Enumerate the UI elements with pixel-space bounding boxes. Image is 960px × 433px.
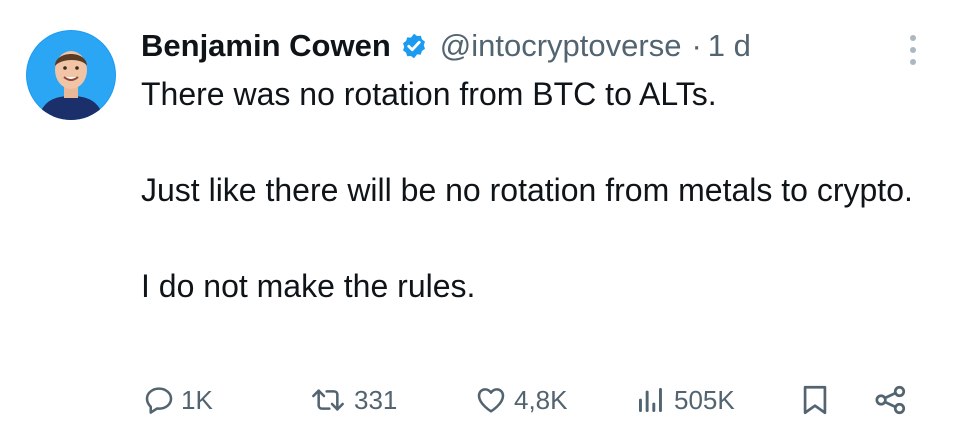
author-handle[interactable]: @intocryptoverse: [440, 28, 682, 64]
tweet-timestamp[interactable]: 1 d: [708, 28, 751, 64]
verified-badge-icon: [400, 32, 428, 60]
bookmark-button[interactable]: [798, 380, 832, 420]
heart-icon: [474, 384, 508, 416]
more-vertical-icon[interactable]: [903, 33, 923, 67]
repost-count: 331: [354, 384, 398, 415]
views-button[interactable]: 505K: [634, 380, 735, 420]
views-bar-icon: [634, 384, 668, 416]
author-name[interactable]: Benjamin Cowen: [141, 28, 391, 64]
tweet-line: Just like there will be no rotation from…: [141, 172, 913, 208]
like-button[interactable]: 4,8K: [474, 380, 568, 420]
tweet-header: Benjamin Cowen @intocryptoverse · 1 d: [141, 24, 751, 68]
tweet-actions: 1K 331 4,8K 505K: [0, 380, 960, 420]
share-button[interactable]: [873, 380, 909, 420]
repost-button[interactable]: 331: [308, 380, 397, 420]
reply-count: 1K: [181, 384, 213, 415]
avatar-image: [26, 30, 116, 120]
share-icon: [873, 383, 909, 417]
views-count: 505K: [674, 384, 735, 415]
reply-button[interactable]: 1K: [143, 380, 213, 420]
tweet-card[interactable]: Benjamin Cowen @intocryptoverse · 1 d Th…: [0, 0, 960, 433]
bookmark-icon: [798, 383, 832, 417]
reply-icon: [143, 384, 175, 416]
tweet-line: I do not make the rules.: [141, 268, 476, 304]
separator-dot: ·: [691, 28, 702, 63]
tweet-line: There was no rotation from BTC to ALTs.: [141, 76, 717, 112]
avatar[interactable]: [26, 30, 116, 120]
tweet-text: There was no rotation from BTC to ALTs. …: [141, 72, 941, 308]
like-count: 4,8K: [514, 384, 568, 415]
repost-icon: [308, 384, 348, 416]
